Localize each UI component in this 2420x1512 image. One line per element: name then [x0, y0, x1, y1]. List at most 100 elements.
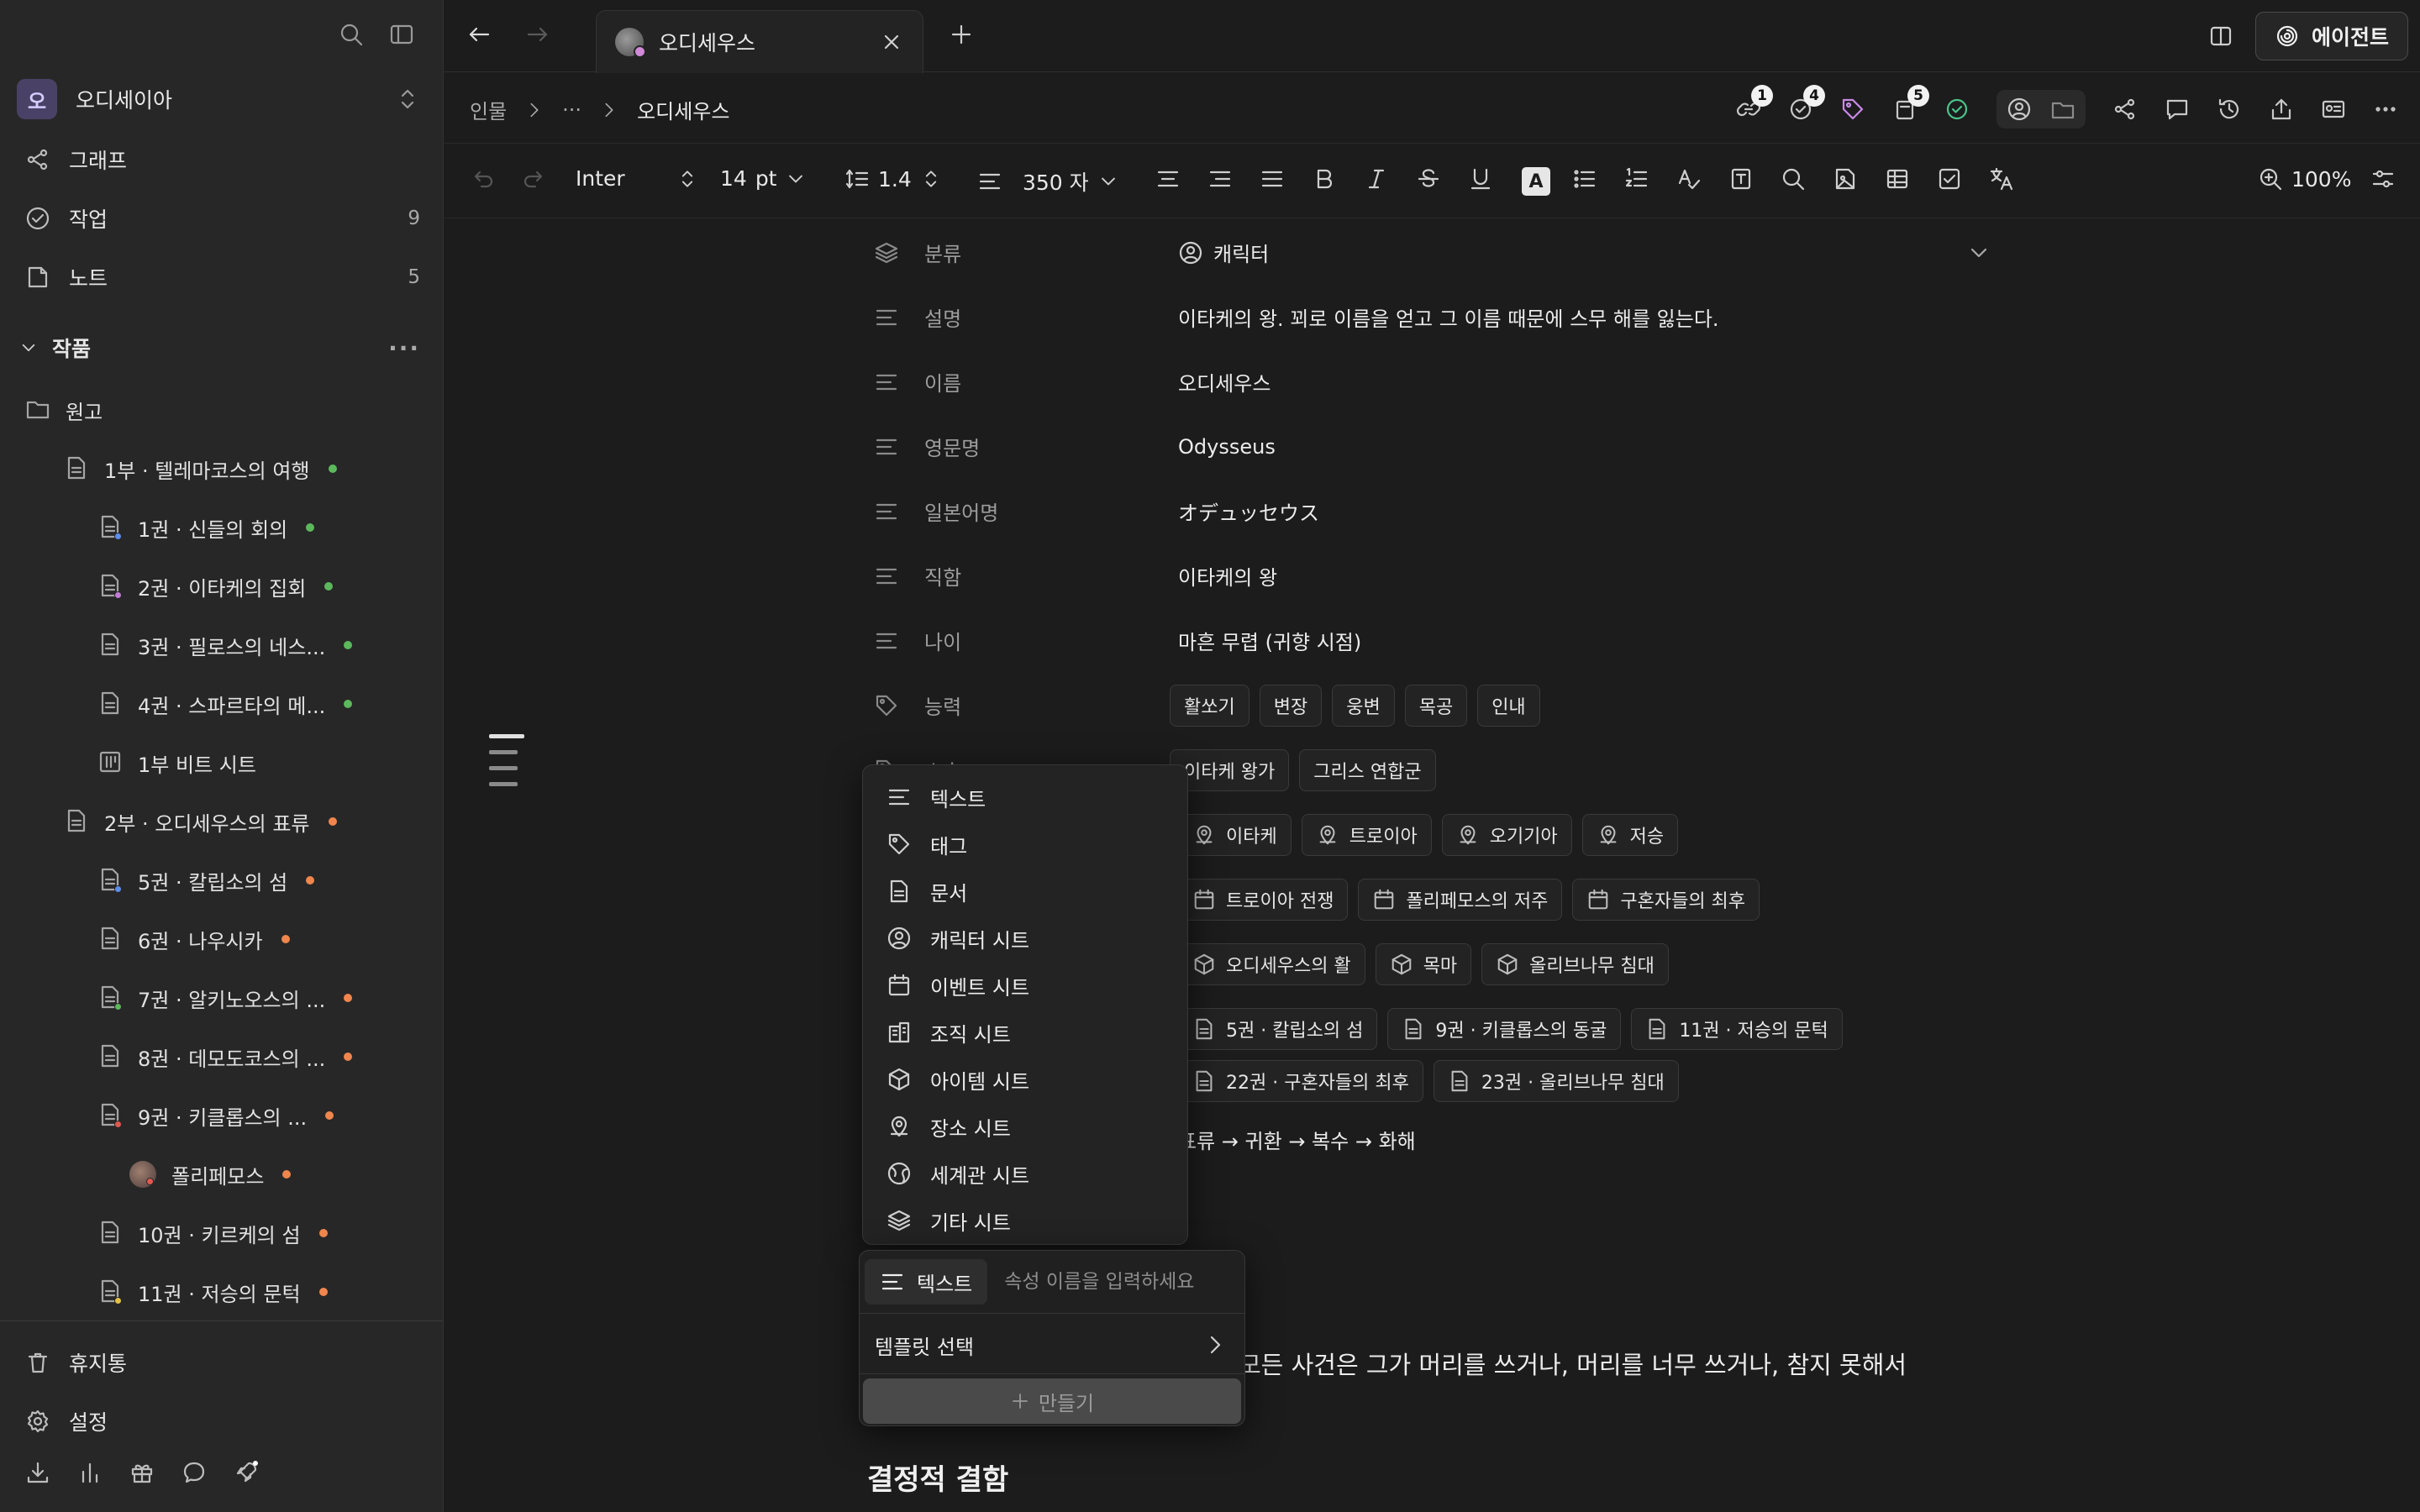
tab-odysseus[interactable]: 오디세우스: [596, 10, 923, 73]
map-pin-chip[interactable]: 저승: [1581, 813, 1679, 856]
back-arrow-icon[interactable]: [466, 22, 492, 47]
property-japanese-name[interactable]: 일본어명 オデュッセウス: [865, 479, 2000, 543]
cube-chip[interactable]: 목마: [1375, 942, 1472, 985]
tree-item[interactable]: 8권 · 데모도코스의 ...: [97, 1037, 353, 1077]
italic-icon[interactable]: [1364, 166, 1389, 192]
nav-item-notes[interactable]: 노트 5: [25, 257, 420, 297]
links-button[interactable]: 1: [1736, 85, 1773, 122]
underline-icon[interactable]: [1468, 166, 1493, 192]
tree-item[interactable]: 7권 · 알키노오스의 ...: [97, 978, 353, 1018]
text-color-icon[interactable]: A: [1522, 167, 1550, 196]
map-pin-chip[interactable]: 이타케: [1178, 813, 1292, 856]
tree-item[interactable]: 3권 · 필로스의 네스...: [97, 625, 353, 665]
font-size-select[interactable]: 14 pt: [720, 166, 807, 191]
text-box-icon[interactable]: [1728, 166, 1754, 192]
property-category[interactable]: 분류 캐릭터: [865, 220, 2000, 285]
id-card-icon[interactable]: [2321, 97, 2346, 122]
tree-item[interactable]: 원고: [25, 390, 103, 430]
page-width-select[interactable]: 350 자: [977, 166, 1119, 197]
menu-item-tag[interactable]: 태그: [870, 821, 1181, 868]
align-right-icon[interactable]: [1207, 166, 1233, 192]
body-paragraph[interactable]: 모든 사건은 그가 머리를 쓰거나, 머리를 너무 쓰거나, 참지 못해서: [1239, 1346, 1907, 1381]
chevron-down-icon[interactable]: [1966, 240, 1991, 265]
document-chip[interactable]: 11권 · 저승의 문턱: [1631, 1007, 1843, 1050]
comment-icon[interactable]: [2165, 97, 2190, 122]
tag-chip[interactable]: 웅변: [1332, 684, 1395, 727]
nav-item-tasks[interactable]: 작업 9: [25, 198, 420, 239]
property-type-button[interactable]: 텍스트: [865, 1259, 988, 1305]
strikethrough-icon[interactable]: [1416, 166, 1441, 192]
table-icon[interactable]: [1885, 166, 1910, 192]
property-description[interactable]: 설명 이타케의 왕. 꾀로 이름을 얻고 그 이름 때문에 스무 해를 잃는다.: [865, 285, 2000, 349]
document-chip[interactable]: 23권 · 올리브나무 침대: [1433, 1059, 1679, 1102]
documents-button[interactable]: 5: [1892, 85, 1929, 122]
gift-icon[interactable]: [129, 1460, 155, 1485]
property-age[interactable]: 나이 마흔 무렵 (귀향 시점): [865, 608, 2000, 673]
property-title[interactable]: 직함 이타케의 왕: [865, 543, 2000, 608]
history-icon[interactable]: [2217, 97, 2242, 122]
tree-item[interactable]: 2부 · 오디세우스의 표류: [64, 801, 337, 842]
map-pin-chip[interactable]: 오기기아: [1441, 813, 1572, 856]
find-icon[interactable]: [1781, 166, 1806, 192]
nav-item-graph[interactable]: 그래프: [25, 139, 420, 180]
image-doc-icon[interactable]: [1833, 166, 1858, 192]
document-chip[interactable]: 9권 · 키클롭스의 동굴: [1387, 1007, 1622, 1050]
nav-item-settings[interactable]: 설정: [25, 1401, 420, 1441]
menu-item-organization-sheet[interactable]: 조직 시트: [870, 1009, 1181, 1056]
numbered-list-icon[interactable]: [1624, 166, 1649, 192]
section-works-header[interactable]: 작품 ···: [18, 329, 420, 366]
undo-icon[interactable]: [470, 166, 495, 192]
tree-item[interactable]: 6권 · 나우시카: [97, 919, 290, 959]
section-heading[interactable]: 결정적 결함: [867, 1457, 1008, 1498]
close-icon[interactable]: [879, 29, 904, 55]
bold-icon[interactable]: [1312, 166, 1337, 192]
redo-icon[interactable]: [522, 166, 547, 192]
nav-item-trash[interactable]: 휴지통: [25, 1342, 420, 1383]
cube-chip[interactable]: 올리브나무 침대: [1481, 942, 1669, 985]
download-icon[interactable]: [25, 1460, 50, 1485]
breadcrumb-root[interactable]: 인물: [470, 95, 507, 124]
property-abilities[interactable]: 능력 활쏘기 변장 웅변 목공 인내: [865, 673, 2000, 738]
tag-chip[interactable]: 그리스 연합군: [1299, 748, 1436, 791]
status-done-icon[interactable]: [1944, 97, 1970, 122]
document-chip[interactable]: 22권 · 구혼자들의 최후: [1178, 1059, 1423, 1102]
graph-icon[interactable]: [2112, 97, 2138, 122]
stats-icon[interactable]: [77, 1460, 103, 1485]
document-chip[interactable]: 5권 · 칼립소의 섬: [1178, 1007, 1378, 1050]
outline-toggle[interactable]: [489, 734, 524, 798]
sliders-icon[interactable]: [2370, 166, 2396, 192]
map-pin-chip[interactable]: 트로이아: [1301, 813, 1432, 856]
chat-icon[interactable]: [182, 1460, 207, 1485]
menu-item-event-sheet[interactable]: 이벤트 시트: [870, 962, 1181, 1009]
menu-item-text[interactable]: 텍스트: [870, 774, 1181, 821]
folder-icon[interactable]: [2050, 97, 2075, 122]
property-name[interactable]: 이름 오디세우스: [865, 349, 2000, 414]
calendar-chip[interactable]: 폴리페모스의 저주: [1358, 878, 1563, 921]
align-justify-icon[interactable]: [1260, 166, 1285, 192]
character-view-icon[interactable]: [2007, 97, 2032, 122]
menu-item-place-sheet[interactable]: 장소 시트: [870, 1103, 1181, 1150]
tree-item[interactable]: 9권 · 키클롭스의 ...: [97, 1095, 334, 1136]
split-view-icon[interactable]: [2208, 24, 2233, 49]
new-tab-plus-icon[interactable]: [949, 22, 974, 47]
spellcheck-icon[interactable]: [1676, 166, 1702, 192]
tasks-button[interactable]: 4: [1788, 85, 1825, 122]
agent-button[interactable]: 에이전트: [2254, 12, 2408, 60]
tag-chip[interactable]: 인내: [1477, 684, 1540, 727]
align-center-icon[interactable]: [1155, 166, 1181, 192]
tree-item[interactable]: 5권 · 칼립소의 섬: [97, 860, 315, 900]
tree-item[interactable]: 폴리페모스: [129, 1154, 292, 1194]
tree-item[interactable]: 11권 · 저승의 문턱: [97, 1272, 328, 1312]
share-icon[interactable]: [2269, 97, 2294, 122]
property-english-name[interactable]: 영문명 Odysseus: [865, 414, 2000, 479]
tree-item[interactable]: 10권 · 키르케의 섬: [97, 1213, 328, 1253]
breadcrumb-ellipsis[interactable]: ···: [562, 98, 581, 122]
forward-arrow-icon[interactable]: [525, 22, 550, 47]
menu-item-other-sheet[interactable]: 기타 시트: [870, 1197, 1181, 1244]
more-icon[interactable]: [2373, 97, 2398, 122]
menu-item-document[interactable]: 문서: [870, 868, 1181, 915]
zoom-control[interactable]: 100%: [2258, 166, 2351, 192]
tag-icon[interactable]: [1840, 97, 1865, 122]
tree-item[interactable]: 1부 · 텔레마코스의 여행: [64, 449, 337, 489]
cube-chip[interactable]: 오디세우스의 활: [1178, 942, 1365, 985]
